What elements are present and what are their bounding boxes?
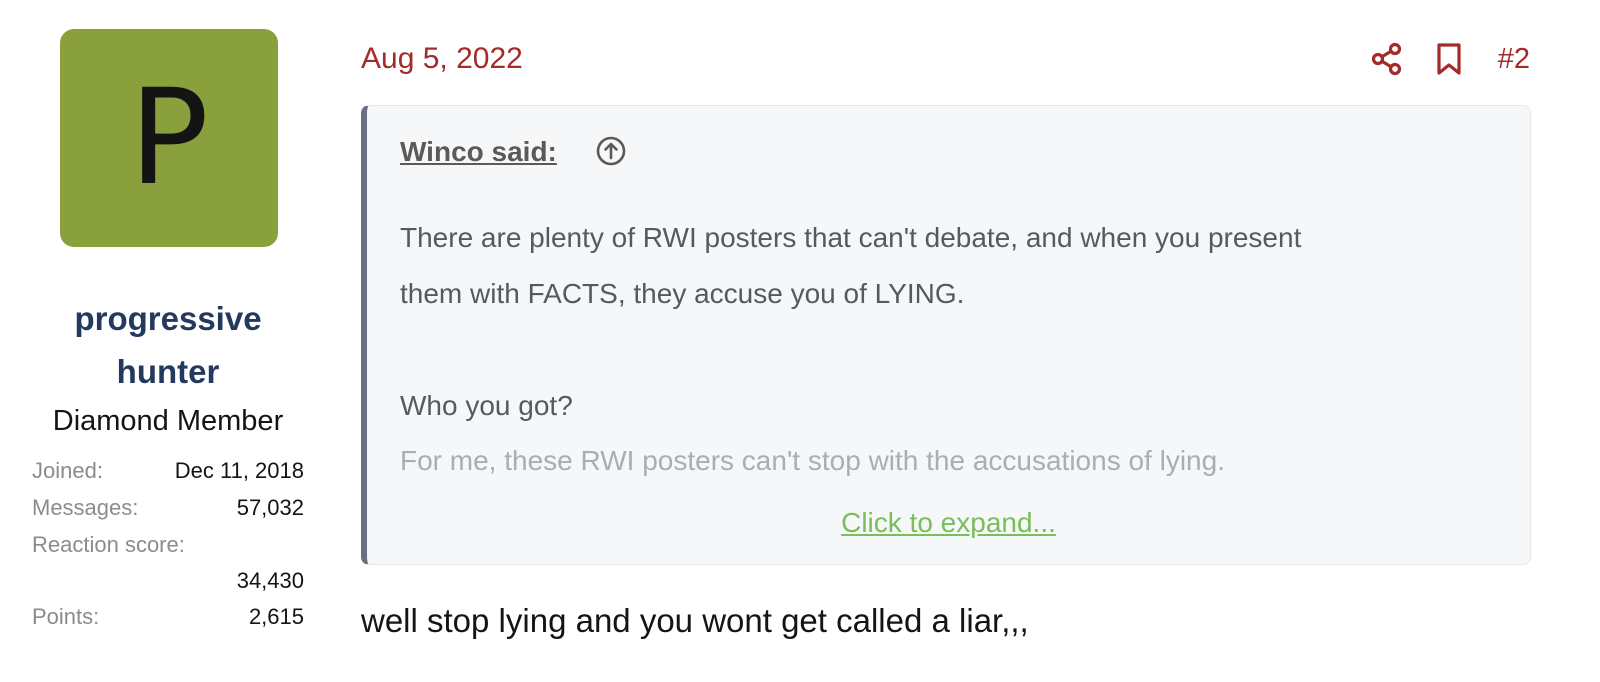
username-line-2[interactable]: hunter xyxy=(0,345,336,398)
stat-points-value: 2,615 xyxy=(248,604,304,629)
username-line-1[interactable]: progressive xyxy=(0,292,336,345)
quote-line-3: Who you got? xyxy=(400,390,573,421)
bookmark-icon[interactable] xyxy=(1434,38,1464,80)
post-body: well stop lying and you wont get called … xyxy=(361,602,1029,639)
stat-joined-value: Dec 11, 2018 xyxy=(174,458,304,483)
quote-line-4: For me, these RWI posters can't stop wit… xyxy=(400,445,1225,476)
username[interactable]: progressive hunter xyxy=(0,292,336,398)
stat-reaction-value: 34,430 xyxy=(236,568,304,593)
click-to-expand-link[interactable]: Click to expand... xyxy=(367,505,1530,541)
avatar-letter: P xyxy=(129,61,209,215)
quote-text: There are plenty of RWI posters that can… xyxy=(400,210,1500,488)
quote-block: Winco said: There are plenty of RWI post… xyxy=(361,105,1531,565)
user-title: Diamond Member xyxy=(52,405,284,437)
post-number[interactable]: #2 xyxy=(1498,38,1530,80)
stat-messages-value: 57,032 xyxy=(236,495,304,520)
stat-messages-label: Messages: xyxy=(32,495,139,520)
stat-points-label: Points: xyxy=(32,604,100,629)
quote-line-2: them with FACTS, they accuse you of LYIN… xyxy=(400,278,965,309)
quote-line-1: There are plenty of RWI posters that can… xyxy=(400,222,1302,253)
arrow-up-circle-icon[interactable] xyxy=(595,135,627,167)
post-date[interactable]: Aug 5, 2022 xyxy=(361,39,523,79)
post-actions: #2 xyxy=(1370,38,1530,80)
avatar[interactable]: P xyxy=(60,29,278,247)
share-icon[interactable] xyxy=(1370,38,1404,80)
quote-spacer xyxy=(400,322,1500,378)
stat-joined-label: Joined: xyxy=(32,458,103,483)
quote-author-link[interactable]: Winco said: xyxy=(400,134,557,170)
stat-reaction-label: Reaction score: xyxy=(32,532,185,557)
